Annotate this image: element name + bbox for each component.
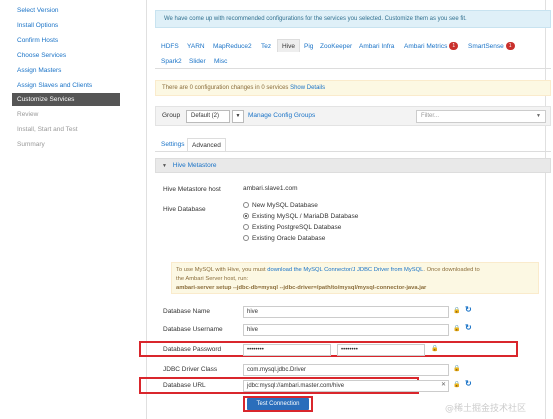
tab-advanced[interactable]: Advanced <box>187 138 226 151</box>
db-username-label: Database Username <box>163 326 223 333</box>
radio-circle-icon <box>243 202 249 208</box>
tab-ambari-infra[interactable]: Ambari Infra <box>359 40 394 53</box>
tab-mapreduce2[interactable]: MapReduce2 <box>213 40 252 53</box>
sidebar-item-install-start-test: Install, Start and Test <box>17 126 78 133</box>
caret-down-icon: ▼ <box>162 163 167 169</box>
refresh-icon[interactable]: ↻ <box>465 305 472 314</box>
refresh-icon[interactable]: ↻ <box>465 379 472 388</box>
radio-circle-icon <box>243 224 249 230</box>
metastore-host-label: Hive Metastore host <box>163 186 221 193</box>
jdbc-class-label: JDBC Driver Class <box>163 366 218 373</box>
note-text: To use MySQL with Hive, you must <box>176 267 266 273</box>
config-panel: We have come up with recommended configu… <box>139 0 551 419</box>
tab-spark2[interactable]: Spark2 <box>161 55 182 68</box>
manage-config-groups-link[interactable]: Manage Config Groups <box>248 112 315 119</box>
sidebar-item-assign-masters[interactable]: Assign Masters <box>12 64 120 77</box>
db-name-label: Database Name <box>163 308 210 315</box>
mysql-driver-note: To use MySQL with Hive, you must downloa… <box>171 262 539 294</box>
tab-smartsense[interactable]: SmartSense 1 <box>468 40 515 53</box>
wizard-sidebar: Select Version Install Options Confirm H… <box>0 0 122 419</box>
tab-hive[interactable]: Hive <box>277 39 301 52</box>
radio-label: Existing PostgreSQL Database <box>252 224 342 231</box>
lock-icon[interactable]: 🔒 <box>453 381 460 388</box>
info-alert: We have come up with recommended configu… <box>155 10 551 28</box>
chevron-down-icon[interactable]: ▼ <box>536 111 541 122</box>
lock-icon[interactable]: 🔒 <box>453 365 460 372</box>
clear-icon[interactable]: ✕ <box>441 381 446 388</box>
changes-text: There are 0 configuration changes in 0 s… <box>162 85 289 91</box>
db-url-input[interactable]: jdbc:mysql://ambari.master.com/hive <box>243 380 449 392</box>
sidebar-item-choose-services[interactable]: Choose Services <box>12 49 120 62</box>
sidebar-item-summary: Summary <box>17 141 45 148</box>
sidebar-item-review: Review <box>17 111 39 118</box>
changes-alert: There are 0 configuration changes in 0 s… <box>155 80 551 96</box>
tab-ambari-metrics-label: Ambari Metrics <box>404 43 448 50</box>
sidebar-item-assign-slaves[interactable]: Assign Slaves and Clients <box>12 79 120 92</box>
group-label: Group <box>162 112 181 119</box>
tab-smartsense-label: SmartSense <box>468 43 504 50</box>
filter-input[interactable]: Filter... ▼ <box>416 110 546 123</box>
tab-misc[interactable]: Misc <box>214 55 227 68</box>
filter-placeholder: Filter... <box>421 113 440 119</box>
db-name-input[interactable]: hive <box>243 306 449 318</box>
radio-circle-icon <box>243 235 249 241</box>
radio-existing-mysql[interactable]: Existing MySQL / MariaDB Database <box>243 213 358 220</box>
sidebar-item-customize-services[interactable]: Customize Services <box>12 93 120 106</box>
tab-hdfs[interactable]: HDFS <box>161 40 179 53</box>
config-group-bar: Group Default (2) ▼ Manage Config Groups… <box>155 106 551 126</box>
tab-zookeeper[interactable]: ZooKeeper <box>320 40 352 53</box>
chevron-down-icon[interactable]: ▼ <box>232 110 244 123</box>
refresh-icon[interactable]: ↻ <box>465 323 472 332</box>
tab-tez[interactable]: Tez <box>261 40 271 53</box>
config-group-select[interactable]: Default (2) <box>186 110 230 123</box>
tab-ambari-metrics[interactable]: Ambari Metrics 1 <box>404 40 459 53</box>
subtabs-divider <box>155 151 551 152</box>
alert-badge: 1 <box>505 42 515 50</box>
section-header-hive-metastore[interactable]: ▼ Hive Metastore <box>155 158 551 173</box>
db-username-input[interactable]: hive <box>243 324 449 336</box>
note-line-1: To use MySQL with Hive, you must downloa… <box>176 266 534 275</box>
test-connection-button[interactable]: Test Connection <box>247 398 309 410</box>
hive-database-label: Hive Database <box>163 206 206 213</box>
note-text: . Once downloaded to <box>423 267 480 273</box>
radio-existing-postgresql[interactable]: Existing PostgreSQL Database <box>243 224 341 231</box>
db-password-label: Database Password <box>163 346 222 353</box>
tab-slider[interactable]: Slider <box>189 55 206 68</box>
tab-settings[interactable]: Settings <box>161 138 185 151</box>
db-url-label: Database URL <box>163 382 206 389</box>
radio-label: New MySQL Database <box>252 202 318 209</box>
sidebar-item-confirm-hosts[interactable]: Confirm Hosts <box>12 34 120 47</box>
radio-existing-oracle[interactable]: Existing Oracle Database <box>243 235 325 242</box>
tabs-divider <box>155 68 551 69</box>
watermark: @稀土掘金技术社区 <box>445 404 527 414</box>
jdbc-class-input[interactable]: com.mysql.jdbc.Driver <box>243 364 449 376</box>
lock-icon[interactable]: 🔒 <box>453 307 460 314</box>
section-title: Hive Metastore <box>172 162 217 169</box>
download-connector-link[interactable]: download the MySQL Connector/J JDBC Driv… <box>267 267 423 273</box>
setup-command: ambari-server setup --jdbc-db=mysql --jd… <box>176 285 427 291</box>
tab-pig[interactable]: Pig <box>304 40 313 53</box>
lock-icon[interactable]: 🔒 <box>453 325 460 332</box>
note-line-2: the Ambari Server host, run: <box>176 276 249 282</box>
lock-icon[interactable]: 🔒 <box>431 345 438 352</box>
show-details-link[interactable]: Show Details <box>290 85 325 91</box>
radio-new-mysql[interactable]: New MySQL Database <box>243 202 318 209</box>
db-password-confirm-input[interactable]: •••••••• <box>337 344 425 356</box>
radio-selected-icon <box>243 213 249 219</box>
metastore-host-value: ambari.slave1.com <box>243 185 298 192</box>
sidebar-item-select-version[interactable]: Select Version <box>12 4 120 17</box>
tab-yarn[interactable]: YARN <box>187 40 205 53</box>
radio-label: Existing MySQL / MariaDB Database <box>252 213 359 220</box>
sidebar-item-install-options[interactable]: Install Options <box>12 19 120 32</box>
radio-label: Existing Oracle Database <box>252 235 326 242</box>
main-content: We have come up with recommended configu… <box>138 0 553 419</box>
db-password-input[interactable]: •••••••• <box>243 344 331 356</box>
alert-badge: 1 <box>449 42 459 50</box>
